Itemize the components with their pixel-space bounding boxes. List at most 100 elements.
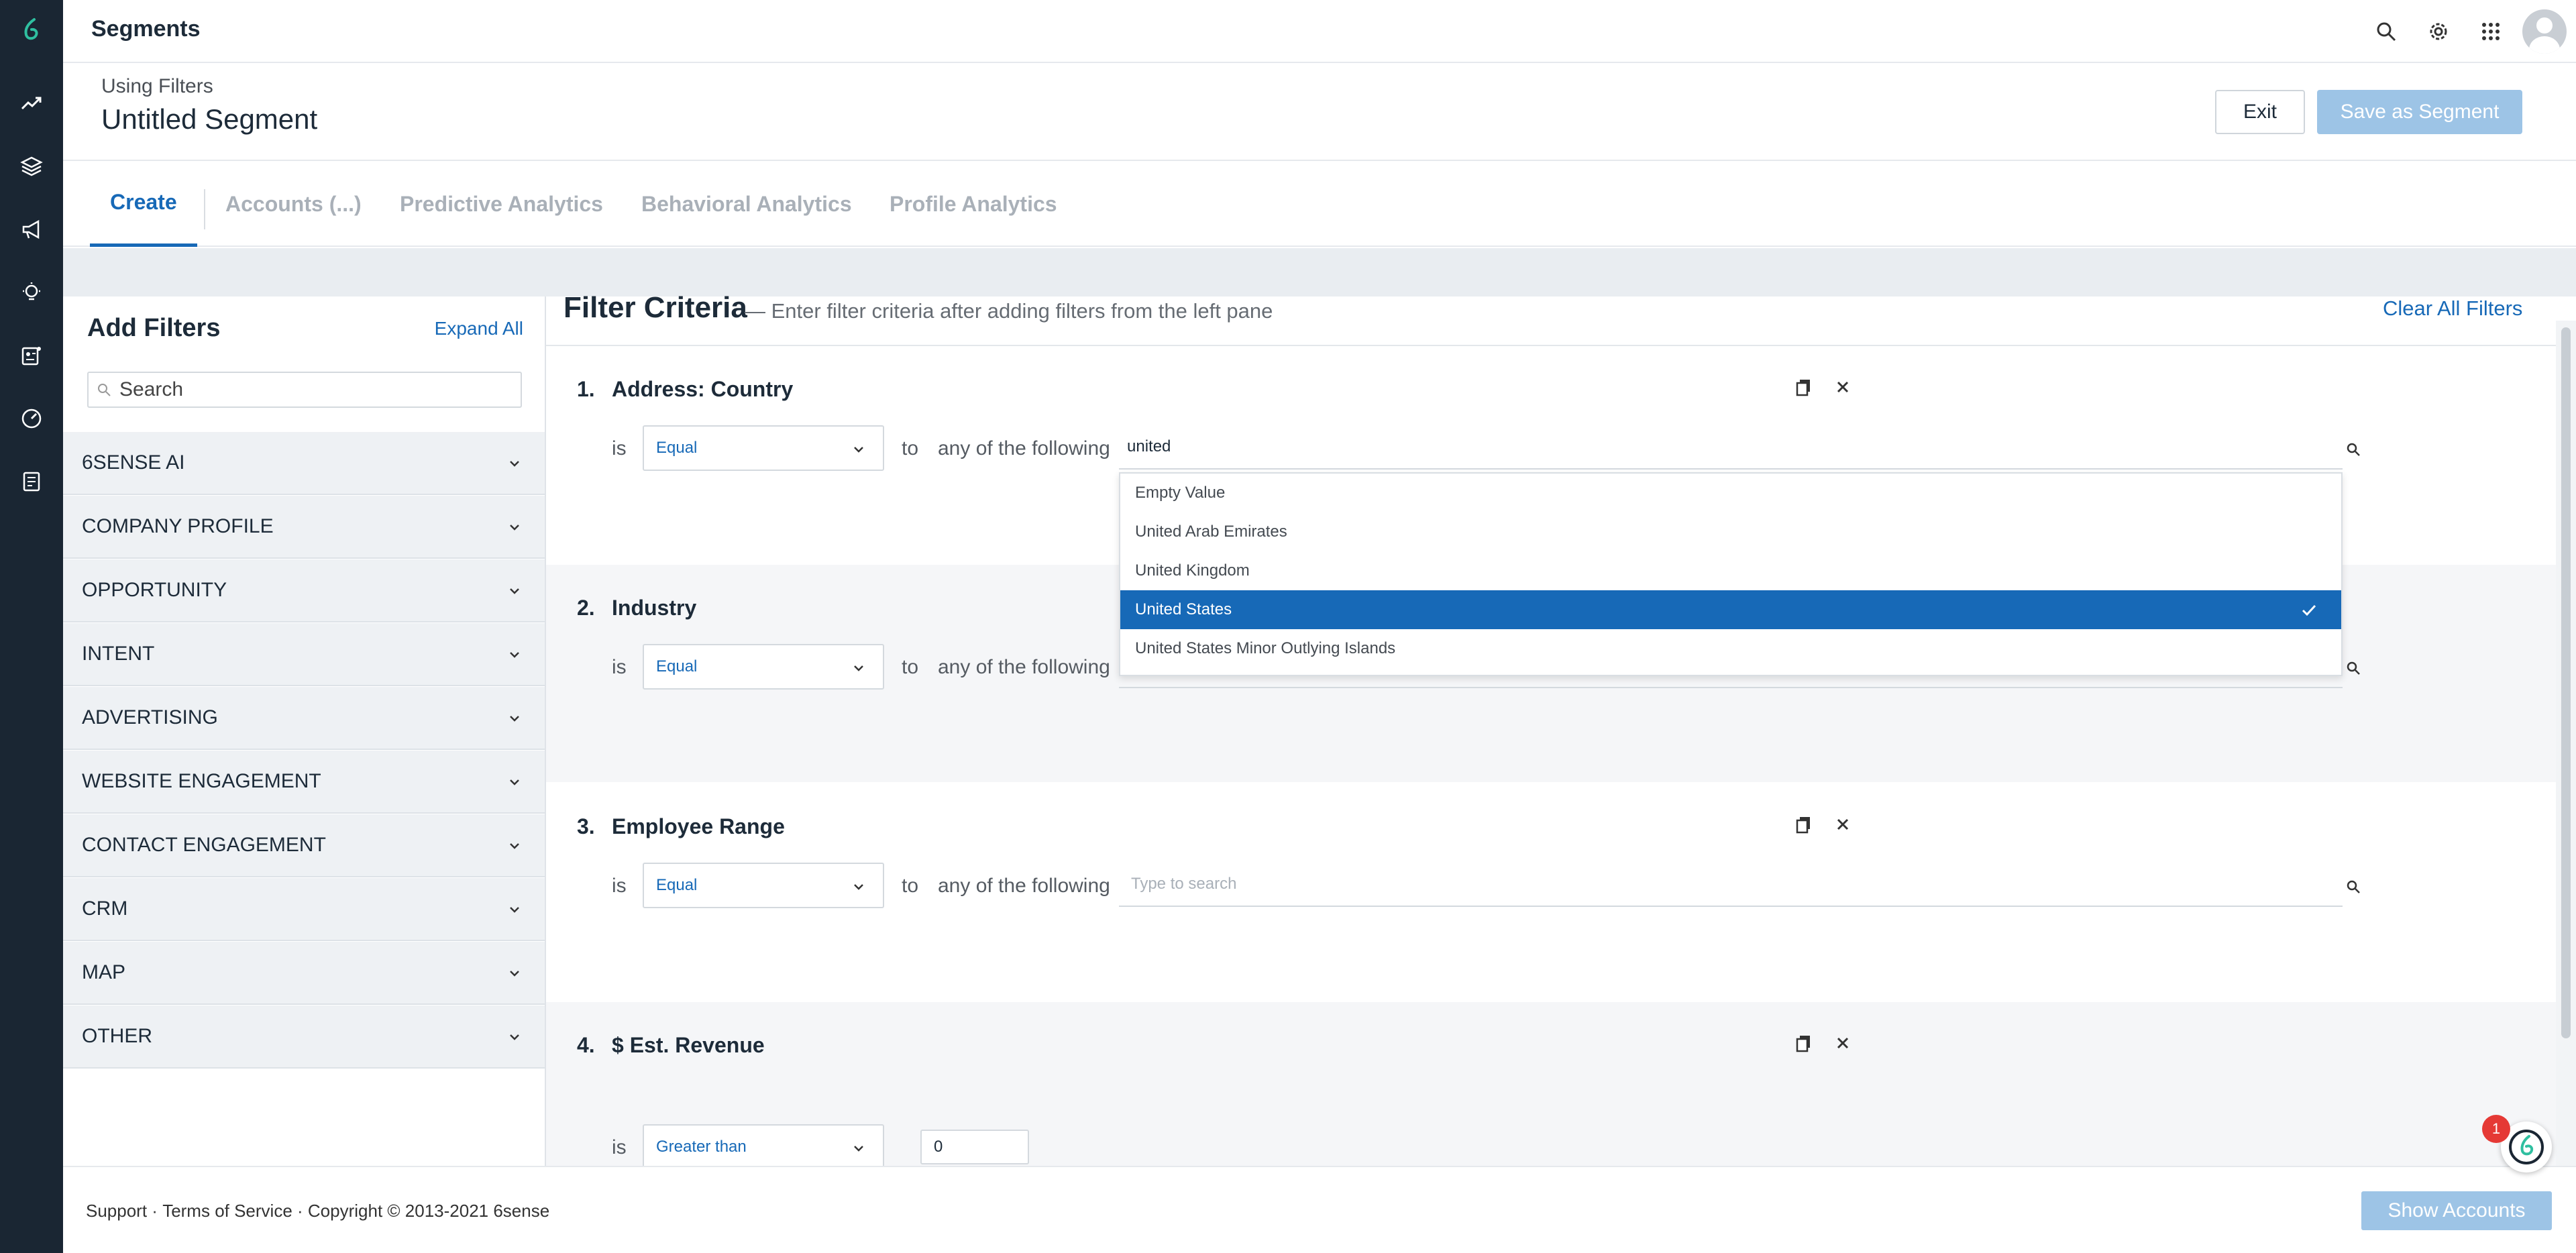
to-label: to — [902, 437, 919, 459]
category-crm[interactable]: CRM — [63, 878, 545, 941]
tab-accounts[interactable]: Accounts (...) — [225, 161, 362, 247]
tab-behavioral-analytics[interactable]: Behavioral Analytics — [641, 161, 852, 247]
filter-criteria-panel: Filter Criteria — Enter filter criteria … — [546, 291, 2576, 1170]
filter-name: $ Est. Revenue — [612, 1033, 765, 1057]
is-label: is — [612, 875, 627, 897]
expand-all-link[interactable]: Expand All — [435, 318, 523, 339]
search-placeholder: Search — [119, 378, 184, 400]
operator-select[interactable]: Equal — [643, 425, 884, 471]
gear-icon[interactable] — [2412, 5, 2465, 58]
checkmark-icon — [2302, 604, 2316, 616]
footer-links: Support · Terms of Service · Copyright ©… — [86, 1201, 549, 1221]
option-united-arab-emirates[interactable]: United Arab Emirates — [1120, 512, 2341, 551]
is-label: is — [612, 437, 627, 459]
gauge-icon[interactable] — [0, 392, 63, 445]
value-text: united — [1127, 437, 1171, 455]
category-6sense-ai[interactable]: 6SENSE AI — [63, 432, 545, 495]
filter-row-employee-range: 3. Employee Range is Equal to any of the… — [546, 783, 2556, 1001]
category-opportunity[interactable]: OPPORTUNITY — [63, 559, 545, 622]
footer: Support · Terms of Service · Copyright ©… — [63, 1166, 2576, 1253]
support-link[interactable]: Support — [86, 1201, 147, 1221]
filter-name: Address: Country — [612, 377, 794, 401]
revenue-value-input[interactable]: 0 — [920, 1130, 1029, 1164]
section-band — [63, 248, 2576, 296]
lightbulb-icon[interactable] — [0, 266, 63, 319]
segment-header: Using Filters Untitled Segment Exit Save… — [63, 64, 2576, 161]
chevron-down-icon — [854, 1146, 863, 1152]
search-icon — [2347, 443, 2360, 456]
to-label: to — [902, 656, 919, 678]
trend-icon[interactable] — [0, 76, 63, 130]
operator-select[interactable]: Equal — [643, 644, 884, 690]
option-empty-value[interactable]: Empty Value — [1120, 474, 2341, 512]
copy-icon[interactable] — [1794, 1033, 1814, 1053]
megaphone-icon[interactable] — [0, 203, 63, 256]
filter-name: Industry — [612, 596, 697, 620]
option-united-states[interactable]: United States — [1120, 590, 2341, 629]
revenue-value: 0 — [934, 1138, 943, 1156]
clear-all-filters-link[interactable]: Clear All Filters — [2383, 296, 2522, 321]
category-intent[interactable]: INTENT — [63, 623, 545, 686]
category-contact-engagement[interactable]: CONTACT ENGAGEMENT — [63, 814, 545, 877]
chevron-down-icon — [510, 779, 519, 785]
exit-button[interactable]: Exit — [2215, 90, 2305, 134]
option-united-kingdom[interactable]: United Kingdom — [1120, 551, 2341, 590]
copyright-text: Copyright © 2013-2021 6sense — [307, 1201, 550, 1221]
value-search-input[interactable]: united — [1119, 425, 2360, 470]
filter-row-est-revenue: 4. $ Est. Revenue is Greater than 0 — [546, 1002, 2556, 1170]
avatar[interactable] — [2522, 9, 2567, 54]
operator-value: Greater than — [656, 1138, 747, 1156]
apps-grid-icon[interactable] — [2465, 5, 2517, 58]
tab-predictive-analytics[interactable]: Predictive Analytics — [400, 161, 603, 247]
search-icon — [2347, 880, 2360, 893]
notification-badge: 1 — [2482, 1115, 2510, 1143]
segment-title[interactable]: Untitled Segment — [101, 103, 317, 135]
layers-icon[interactable] — [0, 140, 63, 193]
logo-icon[interactable] — [0, 3, 63, 56]
country-options-dropdown: Empty Value United Arab Emirates United … — [1119, 472, 2343, 676]
category-company-profile[interactable]: COMPANY PROFILE — [63, 496, 545, 559]
any-of-label: any of the following — [938, 875, 1110, 897]
option-united-states-minor-outlying-islands[interactable]: United States Minor Outlying Islands — [1120, 629, 2341, 668]
copy-icon[interactable] — [1794, 814, 1814, 834]
category-map[interactable]: MAP — [63, 942, 545, 1005]
filter-criteria-subtitle: — Enter filter criteria after adding fil… — [745, 299, 1273, 323]
save-as-segment-button[interactable]: Save as Segment — [2317, 90, 2522, 134]
chevron-down-icon — [854, 447, 863, 453]
to-label: to — [902, 875, 919, 897]
operator-value: Equal — [656, 876, 698, 894]
search-icon[interactable] — [2360, 5, 2412, 58]
footer-separator: · — [292, 1201, 308, 1221]
close-icon[interactable] — [1833, 377, 1853, 397]
close-icon[interactable] — [1833, 1033, 1853, 1053]
category-website-engagement[interactable]: WEBSITE ENGAGEMENT — [63, 751, 545, 814]
scrollbar[interactable] — [2556, 321, 2576, 1166]
report-icon[interactable] — [0, 455, 63, 508]
filter-number: 2. — [577, 596, 595, 620]
operator-select[interactable]: Equal — [643, 863, 884, 908]
chevron-down-icon — [854, 884, 863, 890]
6sense-logo-icon — [2509, 1130, 2544, 1164]
operator-select[interactable]: Greater than — [643, 1124, 884, 1170]
tab-bar: Create Accounts (...) Predictive Analyti… — [63, 161, 2576, 247]
any-of-label: any of the following — [938, 656, 1110, 678]
chevron-down-icon — [510, 652, 519, 658]
chevron-down-icon — [510, 716, 519, 722]
filter-search-input[interactable]: Search — [87, 372, 522, 408]
value-search-input[interactable]: Type to search — [1119, 863, 2360, 907]
is-label: is — [612, 1136, 627, 1158]
copy-icon[interactable] — [1794, 377, 1814, 397]
show-accounts-button[interactable]: Show Accounts — [2361, 1191, 2552, 1230]
category-other[interactable]: OTHER — [63, 1005, 545, 1069]
close-icon[interactable] — [1833, 814, 1853, 834]
chevron-down-icon — [510, 843, 519, 849]
filter-number: 3. — [577, 814, 595, 838]
scroll-thumb[interactable] — [2561, 327, 2571, 1038]
tab-profile-analytics[interactable]: Profile Analytics — [890, 161, 1057, 247]
terms-link[interactable]: Terms of Service — [162, 1201, 292, 1221]
profile-card-icon[interactable] — [0, 329, 63, 382]
category-advertising[interactable]: ADVERTISING — [63, 687, 545, 750]
tab-create[interactable]: Create — [90, 161, 197, 247]
any-of-label: any of the following — [938, 437, 1110, 459]
is-label: is — [612, 656, 627, 678]
